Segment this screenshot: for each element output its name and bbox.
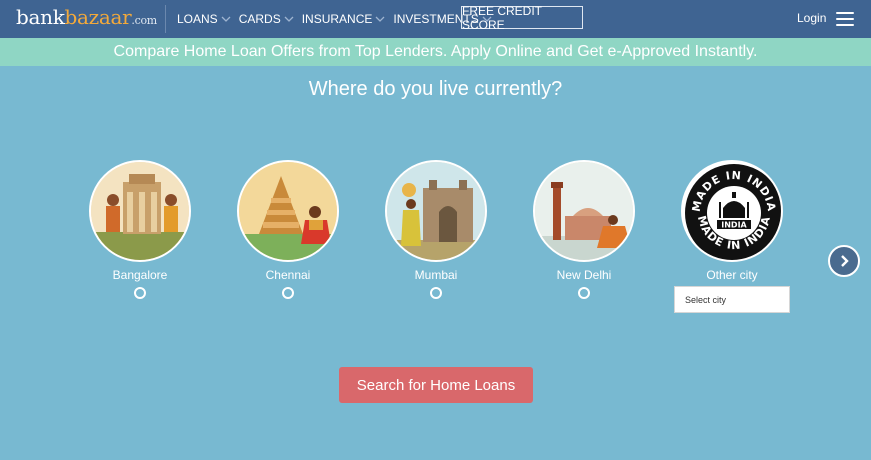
city-option-bangalore[interactable]: Bangalore xyxy=(80,160,200,299)
nav-loans[interactable]: LOANS xyxy=(177,12,231,26)
logo-text-dotcom: .com xyxy=(131,14,157,27)
top-navbar: bankbazaar.com LOANS CARDS INSURANCE INV… xyxy=(0,0,871,38)
search-home-loans-button[interactable]: Search for Home Loans xyxy=(339,367,533,403)
hamburger-icon[interactable] xyxy=(836,12,854,26)
mumbai-illustration[interactable] xyxy=(385,160,487,262)
select-city-dropdown[interactable]: Select city xyxy=(674,286,790,313)
chevron-right-icon[interactable] xyxy=(828,245,860,277)
nav-cards[interactable]: CARDS xyxy=(239,12,294,26)
city-option-new-delhi[interactable]: New Delhi xyxy=(524,160,644,299)
new-delhi-illustration[interactable] xyxy=(533,160,635,262)
city-label: Bangalore xyxy=(112,268,168,282)
city-radio[interactable] xyxy=(578,287,590,299)
city-label: New Delhi xyxy=(556,268,612,282)
svg-text:INDIA: INDIA xyxy=(721,221,747,230)
logo-text-bank: bank xyxy=(16,5,65,29)
city-radio[interactable] xyxy=(134,287,146,299)
nav-loans-label: LOANS xyxy=(177,12,218,26)
main-nav: LOANS CARDS INSURANCE INVESTMENTS xyxy=(177,0,500,38)
brand-logo[interactable]: bankbazaar.com xyxy=(16,4,157,34)
nav-cards-label: CARDS xyxy=(238,12,281,26)
header-divider xyxy=(165,5,166,33)
page-question: Where do you live currently? xyxy=(308,78,563,100)
bangalore-illustration[interactable] xyxy=(89,160,191,262)
city-option-other[interactable]: MADE IN INDIA MADE IN INDIA INDIA Other … xyxy=(672,160,792,282)
chevron-down-icon xyxy=(284,16,294,22)
city-radio[interactable] xyxy=(430,287,442,299)
city-label: Other city xyxy=(706,268,758,282)
city-option-chennai[interactable]: Chennai xyxy=(228,160,348,299)
logo-text-bazaar: bazaar xyxy=(64,5,132,29)
city-label: Chennai xyxy=(265,268,311,282)
promo-banner: Compare Home Loan Offers from Top Lender… xyxy=(0,38,871,66)
made-in-india-seal[interactable]: MADE IN INDIA MADE IN INDIA INDIA xyxy=(681,160,783,262)
free-credit-score-button[interactable]: FREE CREDIT SCORE xyxy=(461,4,583,32)
chennai-illustration[interactable] xyxy=(237,160,339,262)
login-link[interactable]: Login xyxy=(797,11,826,25)
nav-insurance-label: INSURANCE xyxy=(301,12,373,26)
city-label: Mumbai xyxy=(414,268,458,282)
city-option-mumbai[interactable]: Mumbai xyxy=(376,160,496,299)
chevron-down-icon xyxy=(375,16,385,22)
chevron-down-icon xyxy=(221,16,231,22)
city-radio[interactable] xyxy=(282,287,294,299)
nav-insurance[interactable]: INSURANCE xyxy=(302,12,386,26)
